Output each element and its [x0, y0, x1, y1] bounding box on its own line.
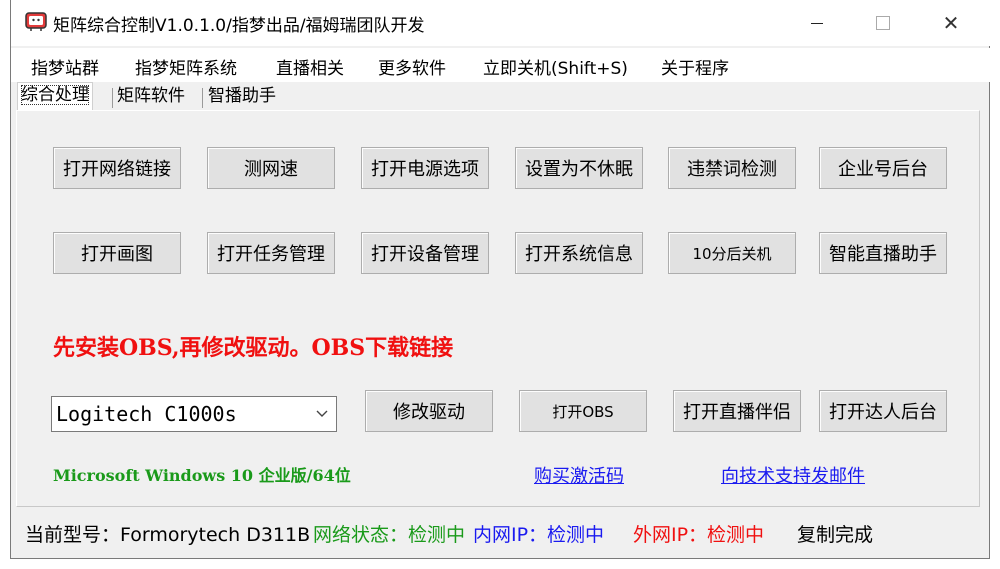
menu-item-zhimeng-site[interactable]: 指梦站群 — [31, 54, 99, 79]
menu-bar: 指梦站群 指梦矩阵系统 直播相关 更多软件 立即关机(Shift+S) 关于程序 — [11, 48, 991, 82]
status-bar: 当前型号：Formorytech D311B 网络状态：检测中 内网IP：检测中… — [11, 512, 991, 552]
menu-item-about[interactable]: 关于程序 — [661, 54, 729, 79]
status-model: 当前型号：Formorytech D311B — [25, 524, 311, 546]
chevron-down-icon — [316, 397, 330, 431]
tab-live-assistant[interactable]: 智播助手 — [205, 84, 279, 110]
device-select[interactable]: Logitech C1000s — [51, 396, 337, 432]
open-obs-button[interactable]: 打开OBS — [519, 390, 647, 432]
maximize-button[interactable] — [853, 0, 913, 46]
close-icon: ✕ — [942, 11, 960, 35]
open-system-info-button[interactable]: 打开系统信息 — [515, 232, 643, 274]
open-device-manager-button[interactable]: 打开设备管理 — [361, 232, 489, 274]
status-copy: 复制完成 — [797, 524, 874, 546]
tab-label: 综合处理 — [21, 85, 89, 105]
banned-word-check-button[interactable]: 违禁词检测 — [668, 147, 796, 189]
open-task-manager-button[interactable]: 打开任务管理 — [207, 232, 335, 274]
open-network-connections-button[interactable]: 打开网络链接 — [53, 147, 181, 189]
tab-divider — [112, 88, 113, 108]
title-bar[interactable]: 矩阵综合控制V1.0.1.0/指梦出品/福姆瑞团队开发 ✕ — [11, 0, 991, 46]
enterprise-backend-button[interactable]: 企业号后台 — [819, 147, 947, 189]
speed-test-button[interactable]: 测网速 — [207, 147, 335, 189]
modify-driver-button[interactable]: 修改驱动 — [365, 390, 493, 432]
email-support-link[interactable]: 向技术支持发邮件 — [721, 462, 865, 488]
status-wan-ip: 外网IP：检测中 — [633, 524, 765, 546]
status-network: 网络状态：检测中 — [313, 524, 466, 546]
tab-label: 智播助手 — [208, 86, 276, 106]
minimize-icon — [811, 22, 823, 24]
disable-sleep-button[interactable]: 设置为不休眠 — [515, 147, 643, 189]
os-info-label: Microsoft Windows 10 企业版/64位 — [53, 466, 351, 485]
tab-matrix-software[interactable]: 矩阵软件 — [114, 84, 188, 110]
minimize-button[interactable] — [787, 0, 847, 46]
tv-icon — [25, 12, 47, 31]
menu-item-matrix-system[interactable]: 指梦矩阵系统 — [135, 54, 237, 79]
close-button[interactable]: ✕ — [921, 0, 981, 46]
open-live-companion-button[interactable]: 打开直播伴侣 — [673, 390, 801, 432]
tab-label: 矩阵软件 — [117, 86, 185, 106]
menu-item-shutdown[interactable]: 立即关机(Shift+S) — [483, 54, 628, 79]
open-power-options-button[interactable]: 打开电源选项 — [361, 147, 489, 189]
open-creator-backend-button[interactable]: 打开达人后台 — [819, 390, 947, 432]
status-lan-ip: 内网IP：检测中 — [473, 524, 605, 546]
device-select-value: Logitech C1000s — [56, 402, 237, 426]
tab-general[interactable]: 综合处理 — [17, 82, 93, 110]
shutdown-in-10-min-button[interactable]: 10分后关机 — [668, 232, 796, 274]
open-paint-button[interactable]: 打开画图 — [53, 232, 181, 274]
tab-strip: 综合处理 矩阵软件 智播助手 — [11, 82, 991, 110]
obs-install-notice[interactable]: 先安装OBS,再修改驱动。OBS下载链接 — [53, 330, 453, 362]
smart-live-assistant-button[interactable]: 智能直播助手 — [819, 232, 947, 274]
menu-item-live[interactable]: 直播相关 — [276, 54, 344, 79]
window-title: 矩阵综合控制V1.0.1.0/指梦出品/福姆瑞团队开发 — [53, 16, 425, 36]
buy-activation-code-link[interactable]: 购买激活码 — [534, 462, 624, 488]
maximize-icon — [876, 16, 890, 30]
menu-item-more-software[interactable]: 更多软件 — [378, 54, 446, 79]
main-window: 矩阵综合控制V1.0.1.0/指梦出品/福姆瑞团队开发 ✕ 指梦站群 指梦矩阵系… — [10, 0, 991, 559]
tab-divider — [202, 88, 203, 108]
